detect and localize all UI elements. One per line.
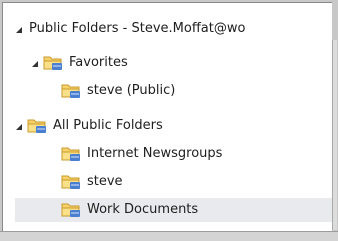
tree-item-label: steve (Public) bbox=[87, 83, 176, 98]
public-folder-icon bbox=[61, 147, 80, 161]
tree-item-steve[interactable]: steve bbox=[3, 170, 333, 194]
expanded-triangle-icon[interactable] bbox=[16, 27, 22, 33]
pane-splitter[interactable] bbox=[332, 0, 338, 231]
tree-item-label: Public Folders - Steve.Moffat@wo bbox=[29, 21, 246, 36]
tree-item-steve-public[interactable]: steve (Public) bbox=[3, 79, 333, 103]
tree-item-label: All Public Folders bbox=[53, 118, 163, 133]
tree-item-label: Work Documents bbox=[87, 202, 199, 217]
tree-item-work-documents[interactable]: Work Documents bbox=[15, 198, 333, 222]
public-folder-icon bbox=[61, 175, 80, 189]
folder-pane: Public Folders - Steve.Moffat@wo Favorit… bbox=[2, 2, 333, 232]
public-folder-icon bbox=[61, 84, 80, 98]
tree-item-label: Internet Newsgroups bbox=[87, 146, 223, 161]
tree-item-public-folders-root[interactable]: Public Folders - Steve.Moffat@wo bbox=[3, 17, 333, 41]
vertical-scrollbar[interactable] bbox=[332, 40, 337, 230]
public-folder-icon bbox=[61, 203, 80, 217]
expanded-triangle-icon[interactable] bbox=[16, 124, 22, 130]
expanded-triangle-icon[interactable] bbox=[32, 61, 38, 67]
tree-item-label: steve bbox=[87, 174, 123, 189]
tree-item-favorites[interactable]: Favorites bbox=[3, 51, 333, 75]
public-folder-icon bbox=[43, 56, 62, 70]
public-folder-icon bbox=[27, 119, 46, 133]
tree-item-label: Favorites bbox=[69, 55, 128, 70]
tree-item-all-public-folders[interactable]: All Public Folders bbox=[3, 114, 333, 138]
tree-item-internet-newsgroups[interactable]: Internet Newsgroups bbox=[3, 142, 333, 166]
